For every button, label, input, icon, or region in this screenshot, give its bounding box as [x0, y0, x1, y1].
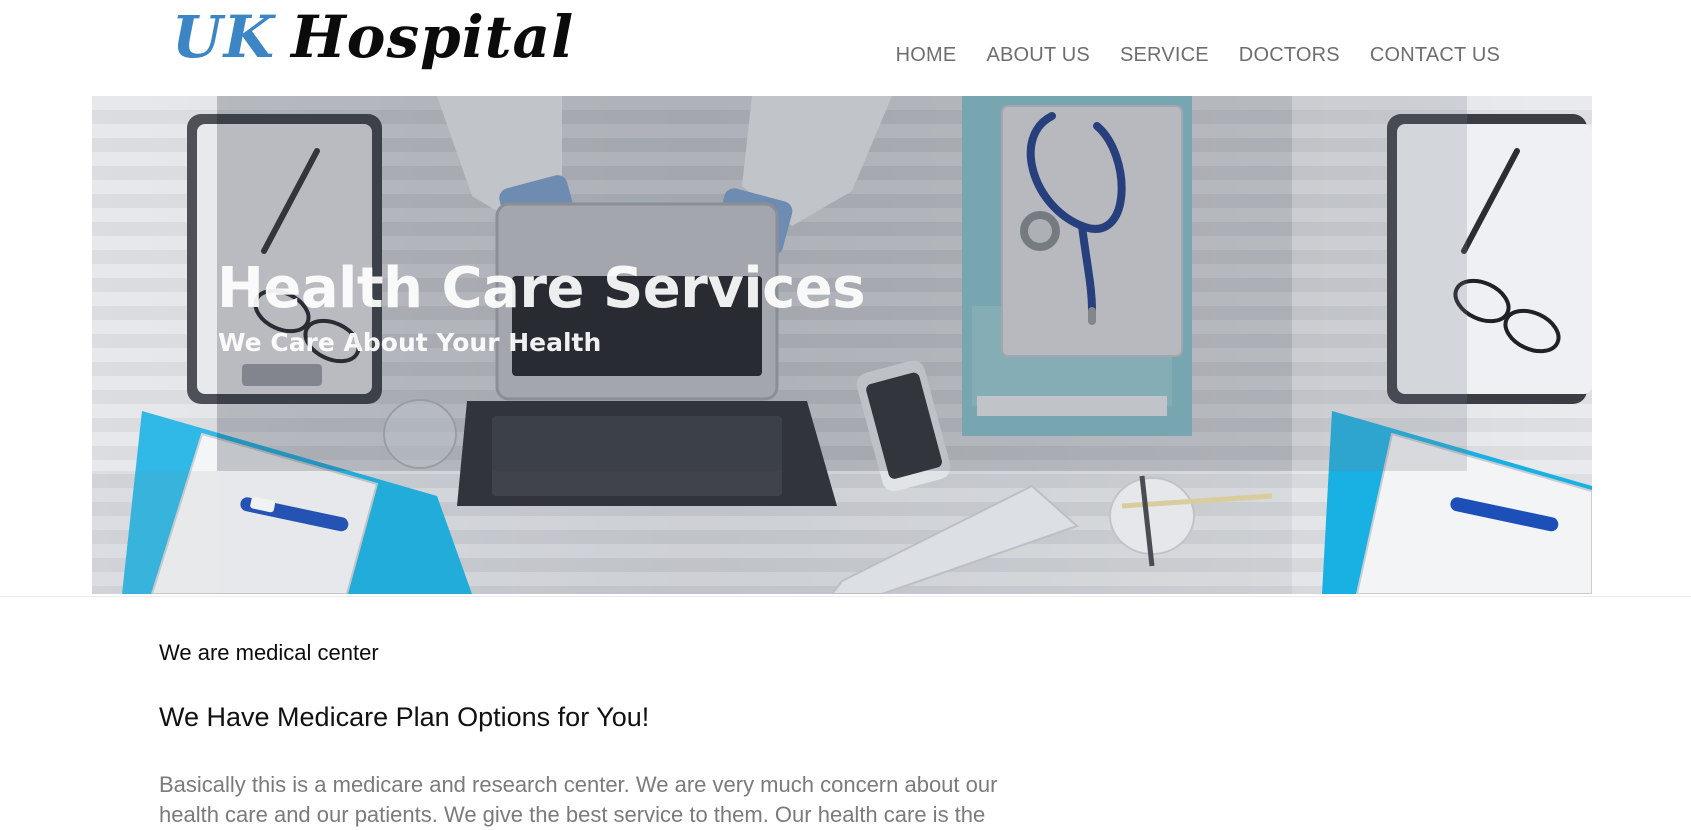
- site-logo[interactable]: UK Hospital: [172, 2, 574, 72]
- hero-banner: Health Care Services We Care About Your …: [92, 96, 1592, 594]
- main-nav: HOME ABOUT US SERVICE DOCTORS CONTACT US: [896, 44, 1500, 67]
- site-header: UK Hospital HOME ABOUT US SERVICE DOCTOR…: [0, 0, 1691, 95]
- nav-doctors[interactable]: DOCTORS: [1239, 44, 1340, 67]
- logo-uk: UK: [172, 3, 275, 71]
- hero-section: Health Care Services We Care About Your …: [0, 94, 1691, 597]
- overlay-right: [1292, 96, 1467, 471]
- nav-service[interactable]: SERVICE: [1120, 44, 1209, 67]
- overlay-bottom: [92, 471, 1292, 594]
- hero-title: Health Care Services: [217, 256, 866, 321]
- hero-subtitle: We Care About Your Health: [218, 328, 602, 357]
- nav-contact-us[interactable]: CONTACT US: [1370, 44, 1500, 67]
- nav-about-us[interactable]: ABOUT US: [986, 44, 1089, 67]
- section-heading: We Have Medicare Plan Options for You!: [159, 702, 650, 732]
- section-paragraph: Basically this is a medicare and researc…: [159, 772, 998, 827]
- logo-hospital: Hospital: [291, 3, 575, 71]
- section-kicker: We are medical center: [159, 640, 379, 665]
- nav-home[interactable]: HOME: [896, 44, 957, 67]
